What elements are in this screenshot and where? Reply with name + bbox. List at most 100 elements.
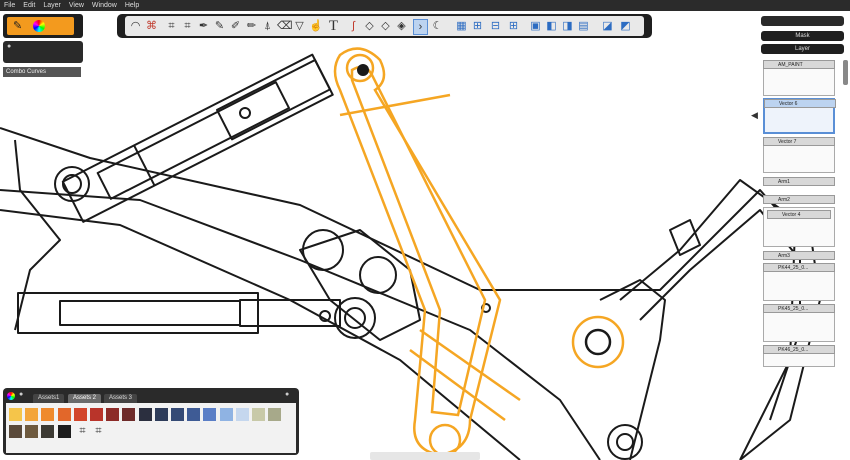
palette-tab[interactable]: Assets1 xyxy=(33,394,65,403)
lock-icon[interactable]: ● xyxy=(7,43,11,50)
color-swatch[interactable] xyxy=(154,408,168,421)
palette-menu-icon[interactable]: ● xyxy=(19,391,23,398)
brush-name-label: Combo Curves xyxy=(3,67,81,77)
color-swatch[interactable] xyxy=(9,408,22,421)
layer-name: PK46_25_0... xyxy=(763,345,835,354)
color-swatch[interactable] xyxy=(90,408,103,421)
color-swatch[interactable] xyxy=(73,408,87,421)
expand-icon[interactable]: ◩ xyxy=(619,19,632,33)
pen-icon[interactable]: ✒ xyxy=(197,19,210,33)
crescent-icon[interactable]: ☾ xyxy=(431,19,444,33)
palette-color-icon xyxy=(7,392,15,400)
color-swatch[interactable] xyxy=(41,408,55,421)
swatch-grid: ⌗ ⌗ xyxy=(6,403,296,453)
canvas-scroll-strip[interactable] xyxy=(370,452,480,460)
lasso-icon[interactable]: ◠ xyxy=(129,19,142,33)
color-swatch[interactable] xyxy=(268,408,282,421)
brush-sub-panel: ● xyxy=(3,41,83,63)
color-swatch[interactable] xyxy=(187,408,201,421)
ellipse-icon[interactable]: ∫ xyxy=(347,19,360,33)
layer-item[interactable]: AM_PAINT xyxy=(763,60,835,96)
layer-name: Vector 6 xyxy=(764,99,836,108)
brush-icon: ✎ xyxy=(13,20,23,32)
menu-view[interactable]: View xyxy=(65,0,88,11)
layer-item[interactable]: Arm2 xyxy=(763,195,835,204)
eraser-icon[interactable]: ⌫ xyxy=(277,19,293,33)
menu-layer[interactable]: Layer xyxy=(39,0,65,11)
mask-button[interactable]: Mask xyxy=(761,31,844,41)
layer-copy-icon[interactable]: ▣ xyxy=(529,19,542,33)
palette-close-icon[interactable]: ● xyxy=(285,391,289,398)
grid-icon[interactable]: ▤ xyxy=(577,19,590,33)
swatch-palette: ● Assets1 Assets 2 Assets 3 ● ⌗ ⌗ xyxy=(3,388,299,455)
layer-item[interactable]: Vector 7 xyxy=(763,137,835,173)
view-icon[interactable]: ◪ xyxy=(601,19,614,33)
palette-tab[interactable]: Assets 3 xyxy=(104,394,138,403)
marker-icon[interactable]: ✐ xyxy=(229,19,242,33)
menu-edit[interactable]: Edit xyxy=(19,0,39,11)
layer-icon[interactable]: ▦ xyxy=(455,19,468,33)
color-swatch[interactable] xyxy=(57,408,71,421)
brush-icon[interactable]: ✏ xyxy=(245,19,258,33)
french-curve-icon[interactable]: ◇ xyxy=(379,19,392,33)
color-swatch[interactable] xyxy=(25,425,39,438)
menu-file[interactable]: File xyxy=(0,0,19,11)
color-swatch[interactable] xyxy=(203,408,217,421)
layer-item[interactable]: PK46_25_0... xyxy=(763,345,835,367)
airbrush-icon[interactable]: ⍋ xyxy=(261,19,274,33)
pencil-icon[interactable]: ✎ xyxy=(213,19,226,33)
distort-icon[interactable]: ⌗ xyxy=(181,19,194,33)
layer-add-icon[interactable]: ⊞ xyxy=(471,19,484,33)
panel-header xyxy=(761,16,844,26)
palette-tab-active[interactable]: Assets 2 xyxy=(68,394,102,403)
layer-item[interactable]: Arm3 xyxy=(763,251,835,260)
color-swatch[interactable] xyxy=(235,408,249,421)
image-icon[interactable]: ◧ xyxy=(545,19,558,33)
distort-icon[interactable]: ⌗ xyxy=(92,425,105,438)
color-swatch[interactable] xyxy=(138,408,152,421)
layer-name: PK45_25_0... xyxy=(763,304,835,313)
transform-icon[interactable]: ⌗ xyxy=(76,425,89,438)
text-icon[interactable]: T xyxy=(327,19,340,34)
brush-panel: ✎ xyxy=(3,14,83,38)
color-swatch[interactable] xyxy=(25,408,39,421)
color-swatch[interactable] xyxy=(106,408,120,421)
layer-name: AM_PAINT xyxy=(763,60,835,69)
color-wheel-icon[interactable] xyxy=(33,20,45,32)
color-swatch[interactable] xyxy=(171,408,184,421)
current-brush-button[interactable]: ✎ xyxy=(7,17,74,35)
layer-item-selected[interactable]: Vector 6 xyxy=(763,98,836,134)
main-toolbar: ◠ ⌘ ⌗ ⌗ ✒ ✎ ✐ ✏ ⍋ ⌫ ▽ ☝ T ∫ ◇ ◇ ◈ › ☾ ▦ … xyxy=(117,14,652,38)
transform-icon[interactable]: ⌗ xyxy=(165,19,178,33)
smudge-icon[interactable]: ☝ xyxy=(309,19,323,33)
layer-button[interactable]: Layer xyxy=(761,44,844,54)
layer-item[interactable]: PK44_25_0... xyxy=(763,263,835,301)
layer-name: Vector 4 xyxy=(767,210,831,219)
layer-item[interactable]: Arm1 xyxy=(763,177,835,186)
layer-name: Vector 7 xyxy=(763,137,835,146)
layer-move-icon[interactable]: ⊞ xyxy=(507,19,520,33)
color-swatch[interactable] xyxy=(122,408,136,421)
toolbar-strip: ◠ ⌘ ⌗ ⌗ ✒ ✎ ✐ ✏ ⍋ ⌫ ▽ ☝ T ∫ ◇ ◇ ◈ › ☾ ▦ … xyxy=(125,16,644,36)
select-icon[interactable]: ⌘ xyxy=(145,19,158,33)
panel-collapse-arrow-icon[interactable]: ◀ xyxy=(751,110,758,121)
layer-group-icon[interactable]: ⊟ xyxy=(489,19,502,33)
layer-item[interactable]: Vector 4 xyxy=(763,207,835,247)
color-swatch[interactable] xyxy=(57,425,71,438)
menu-help[interactable]: Help xyxy=(121,0,143,11)
color-swatch[interactable] xyxy=(252,408,265,421)
menu-bar: File Edit Layer View Window Help xyxy=(0,0,850,11)
settings-icon[interactable]: ◨ xyxy=(561,19,574,33)
layer-item[interactable]: PK45_25_0... xyxy=(763,304,835,342)
ruler-icon[interactable]: ◈ xyxy=(395,19,408,33)
fill-icon[interactable]: ▽ xyxy=(293,19,306,33)
menu-window[interactable]: Window xyxy=(88,0,121,11)
layer-name: PK44_25_0... xyxy=(763,263,835,272)
color-swatch[interactable] xyxy=(41,425,55,438)
color-swatch[interactable] xyxy=(9,425,22,438)
layers-scrollbar[interactable] xyxy=(843,60,848,85)
symmetry-icon[interactable]: › xyxy=(413,19,428,35)
layers-panel: Mask Layer AM_PAINT Vector 6 Vector 7 Ar… xyxy=(757,14,850,460)
color-swatch[interactable] xyxy=(219,408,233,421)
curve-icon[interactable]: ◇ xyxy=(363,19,376,33)
